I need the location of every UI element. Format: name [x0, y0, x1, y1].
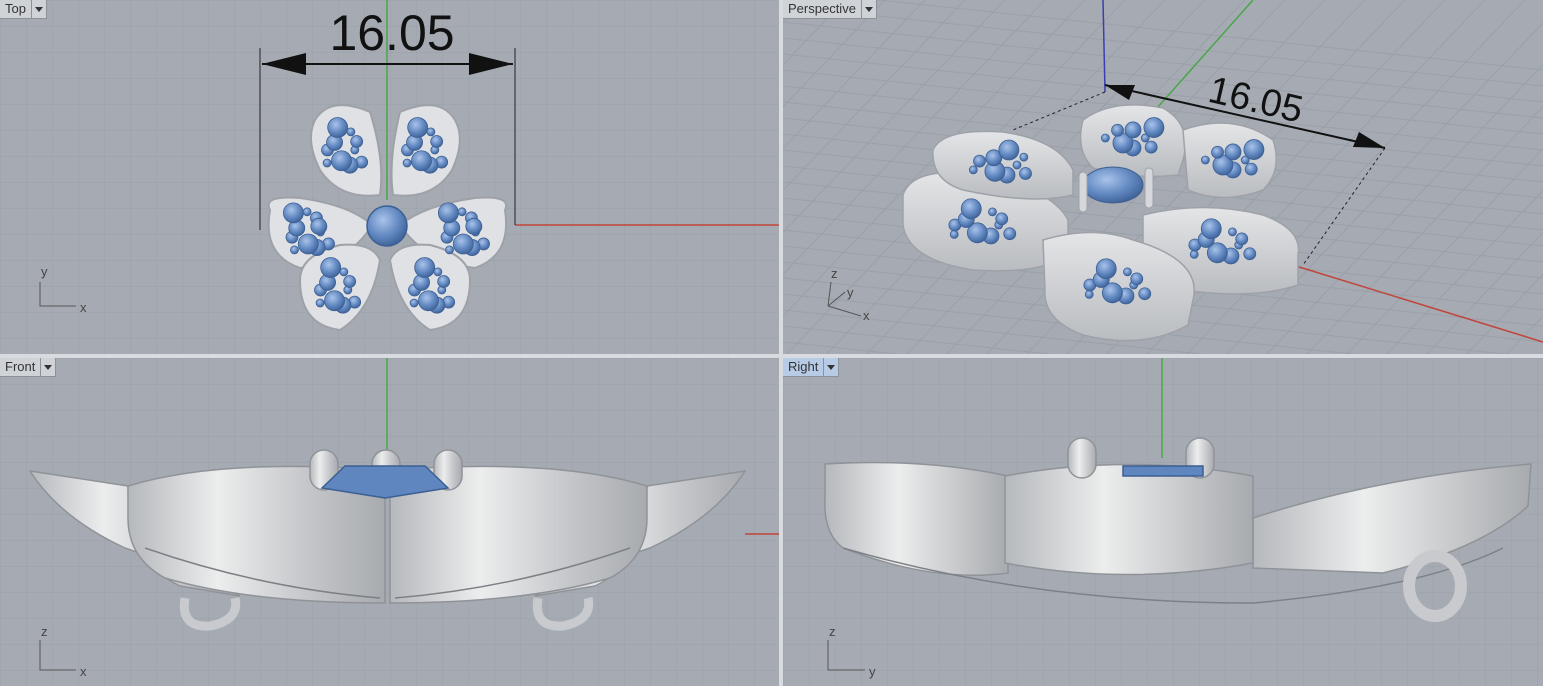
gem — [343, 275, 357, 288]
viewport-label-top: Top — [5, 1, 26, 16]
gem — [949, 230, 959, 239]
svg-text:x: x — [863, 308, 870, 323]
gem — [437, 202, 459, 224]
svg-text:y: y — [41, 264, 48, 279]
gem — [1003, 227, 1017, 241]
gem — [1189, 250, 1199, 259]
svg-text:y: y — [847, 285, 854, 300]
dimension-label: 16.05 — [329, 5, 454, 61]
gem — [282, 202, 304, 224]
gem — [414, 257, 436, 278]
viewport-label-right: Right — [788, 359, 819, 374]
center-gem-persp — [1082, 166, 1144, 204]
gem — [346, 127, 356, 137]
viewport-top[interactable]: 16.05 y x Top — [0, 0, 779, 354]
viewport-label-perspective: Perspective — [788, 1, 856, 16]
gem — [995, 212, 1009, 226]
gem — [320, 257, 342, 278]
gem — [409, 298, 419, 308]
gem — [960, 198, 982, 220]
chevron-down-icon[interactable] — [30, 0, 46, 18]
gem — [1100, 133, 1110, 143]
gem — [1095, 258, 1117, 280]
gem — [339, 267, 349, 277]
front-scene: z x — [0, 358, 779, 686]
chevron-down-icon[interactable] — [40, 358, 55, 376]
gem — [1130, 272, 1144, 286]
gem — [1019, 167, 1032, 180]
viewport-perspective[interactable]: 16.05 z y x Perspective — [783, 0, 1543, 354]
gem — [1019, 152, 1029, 162]
chevron-down-icon[interactable] — [860, 0, 876, 18]
gem — [1143, 117, 1165, 138]
gem — [433, 267, 443, 277]
gem — [418, 290, 439, 312]
chevron-down-icon[interactable] — [823, 358, 838, 376]
viewport-front[interactable]: z x Front — [0, 358, 779, 686]
svg-text:y: y — [869, 664, 876, 679]
perspective-scene: 16.05 z y x — [783, 0, 1543, 354]
gem — [1235, 232, 1249, 246]
gem — [350, 135, 364, 148]
tab-top[interactable]: Top — [0, 0, 47, 19]
gem — [1228, 227, 1237, 237]
gem — [1200, 155, 1210, 165]
right-scene: z y — [783, 358, 1543, 686]
gem — [315, 298, 325, 308]
gem — [331, 150, 352, 172]
gem — [1244, 162, 1258, 176]
gem — [407, 117, 429, 138]
tab-right[interactable]: Right — [783, 358, 840, 377]
gem — [1211, 145, 1224, 159]
svg-text:z: z — [41, 624, 48, 639]
gem — [1124, 121, 1142, 139]
gem — [988, 207, 997, 217]
gem — [297, 233, 319, 255]
gem — [457, 207, 467, 217]
top-scene: 16.05 y x — [0, 0, 779, 354]
gem — [465, 217, 483, 235]
gem — [402, 158, 412, 168]
gem — [437, 275, 451, 288]
svg-text:z: z — [831, 266, 838, 281]
gem — [1144, 140, 1158, 154]
gem — [1243, 139, 1265, 160]
svg-text:x: x — [80, 664, 87, 679]
gem — [973, 154, 986, 168]
gem — [290, 245, 299, 255]
center-gem — [366, 205, 408, 247]
gem — [302, 207, 312, 217]
gem — [1012, 160, 1022, 170]
gem — [324, 290, 345, 312]
svg-text:x: x — [80, 300, 87, 315]
gem — [1224, 143, 1242, 161]
svg-text:z: z — [829, 624, 836, 639]
gem — [1200, 218, 1222, 240]
viewport-label-front: Front — [5, 359, 36, 374]
gem — [968, 165, 978, 175]
gem — [310, 217, 328, 235]
gem — [1123, 267, 1132, 277]
gem — [1084, 290, 1094, 299]
gem — [1138, 287, 1152, 301]
gem — [322, 158, 332, 168]
gem — [411, 150, 432, 172]
gem — [327, 117, 349, 138]
gem — [1243, 247, 1257, 261]
tab-front[interactable]: Front — [0, 358, 57, 377]
gem — [1111, 123, 1124, 137]
viewport-right[interactable]: z y Right — [783, 358, 1543, 686]
gem — [430, 135, 444, 148]
gem — [426, 127, 436, 137]
tab-perspective[interactable]: Perspective — [783, 0, 877, 19]
gem — [998, 139, 1020, 161]
gem — [445, 245, 454, 255]
gem — [452, 233, 474, 255]
